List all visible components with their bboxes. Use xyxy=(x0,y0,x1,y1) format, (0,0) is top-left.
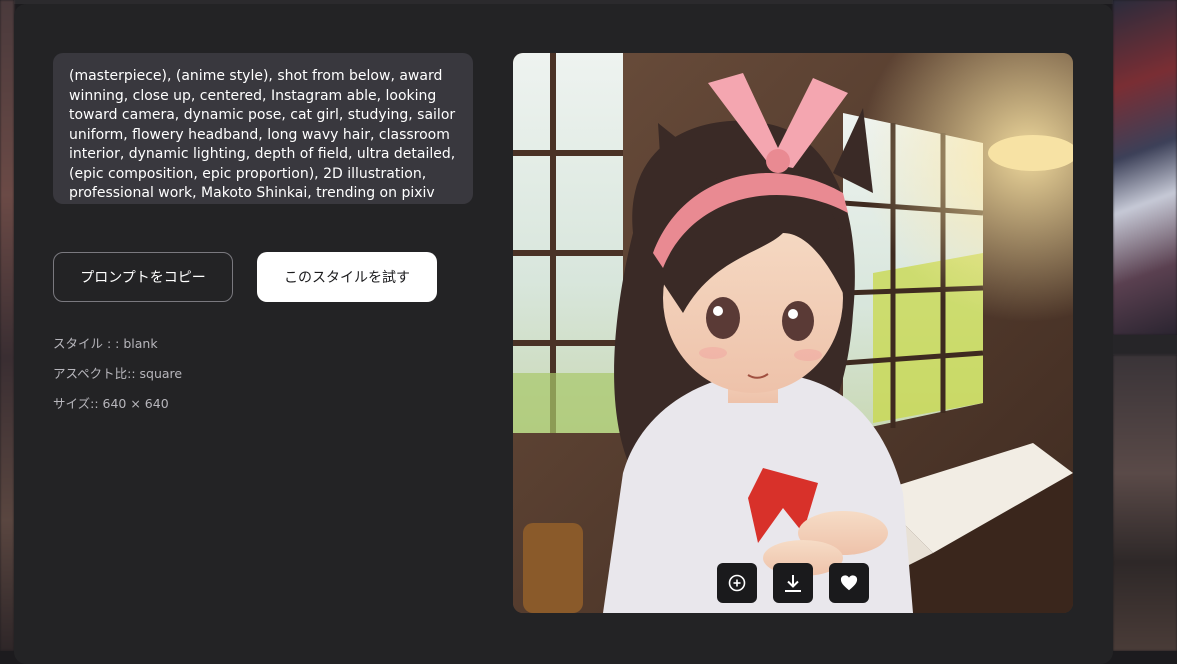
favorite-button[interactable] xyxy=(829,563,869,603)
aspect-ratio-detail: アスペクト比:: square xyxy=(53,366,183,381)
copy-prompt-button[interactable]: プロンプトをコピー xyxy=(53,252,233,302)
background-thumbnail xyxy=(1113,355,1177,651)
download-button[interactable] xyxy=(773,563,813,603)
prompt-text: (masterpiece), (anime style), shot from … xyxy=(53,53,473,204)
heart-icon xyxy=(840,575,858,591)
size-detail: サイズ:: 640 × 640 xyxy=(53,396,169,411)
background-thumbnail xyxy=(1113,0,1177,335)
background-thumbnail xyxy=(0,0,14,651)
try-style-button[interactable]: このスタイルを試す xyxy=(257,252,437,302)
image-action-bar xyxy=(717,563,869,603)
zoom-plus-icon xyxy=(728,574,746,592)
generated-image xyxy=(513,53,1073,613)
image-detail-modal: (masterpiece), (anime style), shot from … xyxy=(14,4,1113,664)
style-detail: スタイル : : blank xyxy=(53,336,158,351)
anime-illustration xyxy=(513,53,1073,613)
download-icon xyxy=(785,575,801,592)
background-divider xyxy=(1113,335,1177,355)
zoom-button[interactable] xyxy=(717,563,757,603)
